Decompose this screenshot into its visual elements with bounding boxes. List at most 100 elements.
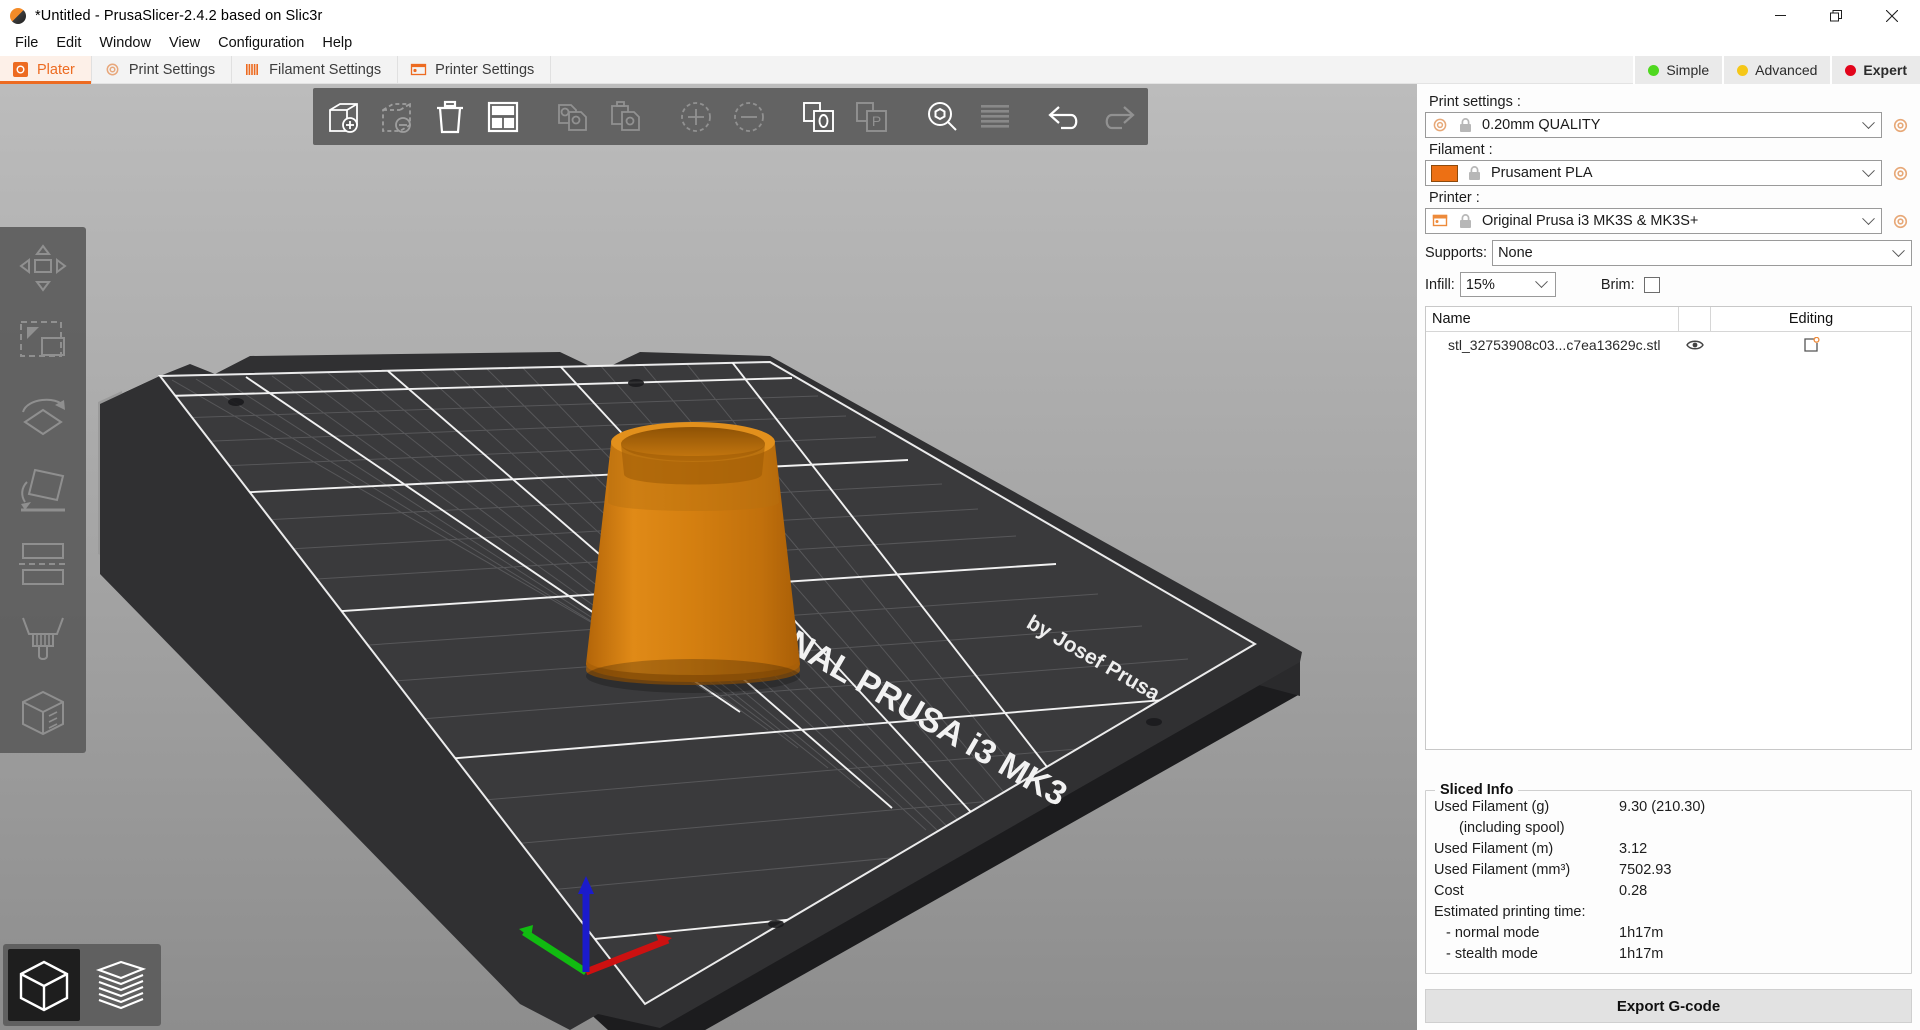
menu-bar: File Edit Window View Configuration Help — [0, 31, 1920, 56]
sliced-info-panel: Sliced Info Used Filament (g) 9.30 (210.… — [1425, 790, 1912, 974]
infill-combo[interactable]: 15% — [1460, 272, 1556, 297]
lock-icon — [1466, 165, 1483, 182]
supports-value: None — [1493, 245, 1885, 261]
chevron-down-icon[interactable] — [1855, 209, 1881, 233]
lock-icon — [1457, 117, 1474, 134]
tab-print-settings-label: Print Settings — [129, 62, 215, 78]
brim-checkbox[interactable] — [1644, 277, 1660, 293]
move-gizmo-icon — [7, 232, 79, 304]
eye-icon[interactable] — [1679, 338, 1711, 352]
preview-view-icon[interactable] — [84, 949, 156, 1021]
menu-view[interactable]: View — [160, 32, 209, 55]
mode-expert-label: Expert — [1863, 62, 1907, 78]
variable-layer-height-icon — [972, 94, 1017, 139]
cut-gizmo-icon — [7, 528, 79, 600]
editor-view-icon[interactable] — [8, 949, 80, 1021]
sliced-info-value: 0.28 — [1619, 881, 1903, 902]
sliced-info-value: 1h17m — [1619, 944, 1903, 965]
sliced-info-key: Cost — [1434, 881, 1619, 902]
sliced-info-key: - normal mode — [1434, 923, 1619, 944]
place-on-face-gizmo-icon — [7, 454, 79, 526]
object-list[interactable]: Name Editing stl_32753908c03...c7ea13629… — [1425, 306, 1912, 750]
infill-label: Infill: — [1425, 277, 1455, 293]
search-icon[interactable] — [919, 94, 964, 139]
scale-gizmo-icon — [7, 306, 79, 378]
window-controls — [1752, 0, 1920, 31]
sliced-info-row: Cost 0.28 — [1434, 881, 1903, 902]
menu-configuration[interactable]: Configuration — [209, 32, 313, 55]
tab-filament-settings-label: Filament Settings — [269, 62, 381, 78]
object-list-header: Name Editing — [1426, 307, 1911, 332]
print-settings-label: Print settings : — [1429, 94, 1912, 110]
printer-combo[interactable]: Original Prusa i3 MK3S & MK3S+ — [1425, 208, 1882, 234]
menu-edit[interactable]: Edit — [47, 32, 90, 55]
tab-plater-label: Plater — [37, 62, 75, 78]
prusaslicer-window: *Untitled - PrusaSlicer-2.4.2 based on S… — [0, 0, 1920, 1030]
gizmo-toolbar — [0, 227, 86, 753]
chevron-down-icon[interactable] — [1529, 273, 1555, 297]
mode-advanced-label: Advanced — [1755, 62, 1817, 78]
sliced-info-row: Used Filament (m) 3.12 — [1434, 839, 1903, 860]
advanced-mode-dot-icon — [1737, 65, 1748, 76]
tab-print-settings[interactable]: Print Settings — [92, 56, 232, 83]
sliced-info-row: (including spool) — [1434, 818, 1903, 839]
sliced-info-value: 7502.93 — [1619, 860, 1903, 881]
sliced-info-value: 1h17m — [1619, 923, 1903, 944]
seam-painting-gizmo-icon — [7, 676, 79, 748]
chevron-down-icon[interactable] — [1885, 241, 1911, 265]
mode-advanced[interactable]: Advanced — [1722, 56, 1830, 84]
add-icon[interactable] — [321, 94, 366, 139]
export-gcode-button[interactable]: Export G-code — [1425, 989, 1912, 1023]
filament-color-swatch — [1431, 165, 1458, 182]
split-objects-icon[interactable] — [796, 94, 841, 139]
window-title: *Untitled - PrusaSlicer-2.4.2 based on S… — [35, 8, 322, 24]
filament-value: Prusament PLA — [1489, 165, 1855, 181]
sliced-info-row: Used Filament (mm³) 7502.93 — [1434, 860, 1903, 881]
chevron-down-icon[interactable] — [1855, 113, 1881, 137]
brim-label: Brim: — [1601, 277, 1635, 293]
table-row[interactable]: stl_32753908c03...c7ea13629c.stl — [1426, 332, 1911, 358]
editing-icon[interactable] — [1711, 337, 1911, 353]
print-settings-combo[interactable]: 0.20mm QUALITY — [1425, 112, 1882, 138]
sliced-info-row: - stealth mode 1h17m — [1434, 944, 1903, 965]
sliced-info-row: Used Filament (g) 9.30 (210.30) — [1434, 797, 1903, 818]
filament-combo[interactable]: Prusament PLA — [1425, 160, 1882, 186]
menu-file[interactable]: File — [6, 32, 47, 55]
delete-all-icon[interactable] — [427, 94, 472, 139]
printer-label: Printer : — [1429, 190, 1912, 206]
tab-filament-settings[interactable]: Filament Settings — [232, 56, 398, 83]
minimize-button[interactable] — [1752, 0, 1808, 31]
3d-viewport[interactable]: ORIGINAL PRUSA i3 MK3 by Josef Prusa — [0, 84, 1417, 1030]
mode-simple[interactable]: Simple — [1633, 56, 1722, 84]
title-bar: *Untitled - PrusaSlicer-2.4.2 based on S… — [0, 0, 1920, 31]
sliced-info-key: Used Filament (m) — [1434, 839, 1619, 860]
mode-expert[interactable]: Expert — [1830, 56, 1920, 84]
printer-gear-button[interactable] — [1888, 209, 1912, 233]
sliced-info-value — [1619, 902, 1903, 923]
tab-printer-settings[interactable]: Printer Settings — [398, 56, 551, 83]
menu-help[interactable]: Help — [313, 32, 361, 55]
tab-plater[interactable]: Plater — [0, 56, 92, 83]
model-object[interactable] — [586, 422, 800, 685]
restore-button[interactable] — [1808, 0, 1864, 31]
svg-text:P: P — [871, 113, 880, 129]
supports-row: Supports: None — [1425, 240, 1912, 266]
sliced-info-key: Used Filament (mm³) — [1434, 860, 1619, 881]
menu-window[interactable]: Window — [90, 32, 160, 55]
sliced-info-key: (including spool) — [1434, 818, 1619, 839]
filament-settings-icon — [244, 61, 261, 78]
sliced-info-key: Used Filament (g) — [1434, 797, 1619, 818]
undo-icon[interactable] — [1042, 94, 1087, 139]
close-button[interactable] — [1864, 0, 1920, 31]
arrange-icon[interactable] — [480, 94, 525, 139]
column-visibility — [1679, 307, 1711, 332]
sliced-info-value — [1619, 818, 1903, 839]
sliced-info-row: - normal mode 1h17m — [1434, 923, 1903, 944]
filament-gear-button[interactable] — [1888, 161, 1912, 185]
print-settings-gear-button[interactable] — [1888, 113, 1912, 137]
chevron-down-icon[interactable] — [1855, 161, 1881, 185]
printer-value: Original Prusa i3 MK3S & MK3S+ — [1480, 213, 1855, 229]
expert-mode-dot-icon — [1845, 65, 1856, 76]
tab-printer-settings-label: Printer Settings — [435, 62, 534, 78]
supports-combo[interactable]: None — [1492, 240, 1912, 266]
